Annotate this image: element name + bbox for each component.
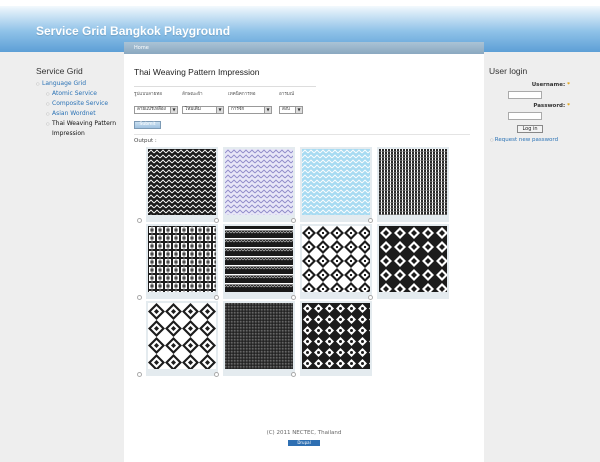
breadcrumb-bar: Home [124,42,484,54]
weaving-technique-select[interactable]: การจัก ▼ [228,106,272,114]
form-divider-bottom [134,134,470,135]
pattern-3-image [302,149,370,215]
required-mark: * [567,103,570,109]
pattern-11-image [302,303,370,369]
sidebar-item-thai-weaving[interactable]: Thai Weaving Pattern Impression [46,119,126,139]
pattern-4-radio[interactable] [368,218,373,223]
chevron-down-icon: ▼ [295,107,302,113]
submit-button[interactable]: Submit [134,121,161,129]
login-button[interactable]: Log in [517,125,543,133]
pattern-3-radio[interactable] [291,218,296,223]
sidebar-item-asian-wordnet[interactable]: Asian Wordnet [46,109,126,119]
pattern-tile-10[interactable] [223,301,295,376]
pattern-10-image [225,303,293,369]
pattern-tile-11[interactable] [300,301,372,376]
pattern-5-image [148,226,216,292]
pattern-tile-7[interactable] [300,224,372,299]
footer-copyright: (C) 2011 NECTEC, Thailand [266,430,342,436]
pattern-7-radio[interactable] [291,295,296,300]
fabric-type-label: ลักษณะผ้า [182,92,203,97]
pattern-9-image [148,303,216,369]
pattern-11-radio[interactable] [291,372,296,377]
password-input[interactable] [508,112,542,120]
pattern-6-radio[interactable] [214,295,219,300]
right-sidebar: User login Username: * Password: * Log i… [484,52,600,462]
username-label: Username: * [510,82,570,88]
request-password-link[interactable]: Request new password [490,137,558,143]
sidebar-menu: Language Grid Atomic Service Composite S… [36,79,126,139]
pattern-8-image [379,226,447,292]
drupal-badge[interactable]: Drupal [288,440,320,446]
password-label-text: Password: [533,103,566,109]
pattern-type-select[interactable]: ลายแปรเหลือง ▼ [134,106,178,114]
mood-label: อารมณ์ [279,92,295,97]
pattern-4-image [379,149,447,215]
mood-select[interactable]: สงบ ▼ [279,106,303,114]
login-title: User login [489,66,528,76]
sidebar-item-atomic-service[interactable]: Atomic Service [46,89,126,99]
left-sidebar: Service Grid Language Grid Atomic Servic… [0,52,120,462]
pattern-tile-1[interactable] [146,147,218,222]
output-label: Output : [134,138,157,144]
pattern-7-image [302,226,370,292]
pattern-tile-8[interactable] [377,224,449,299]
pattern-tile-6[interactable] [223,224,295,299]
pattern-tile-5[interactable] [146,224,218,299]
weaving-technique-label: เทคนิคการทอ [228,92,256,97]
pattern-tile-9[interactable] [146,301,218,376]
page-title: Thai Weaving Pattern Impression [134,67,260,77]
fabric-type-select[interactable]: ไหมเดิม ▼ [182,106,224,114]
pattern-9-radio[interactable] [137,372,142,377]
sidebar-item-language-grid[interactable]: Language Grid [36,79,126,89]
form-divider [134,86,316,87]
username-label-text: Username: [531,82,566,88]
chevron-down-icon: ▼ [170,107,177,113]
pattern-tile-4[interactable] [377,147,449,222]
pattern-8-radio[interactable] [368,295,373,300]
pattern-tile-3[interactable] [300,147,372,222]
sidebar-item-composite-service[interactable]: Composite Service [46,99,126,109]
required-mark: * [567,82,570,88]
breadcrumb-home[interactable]: Home [134,45,149,51]
pattern-2-image [225,149,293,215]
pattern-5-radio[interactable] [137,295,142,300]
pattern-type-label: รูปแบบลายทอ [134,92,163,97]
chevron-down-icon: ▼ [216,107,223,113]
username-input[interactable] [508,91,542,99]
pattern-tile-2[interactable] [223,147,295,222]
pattern-1-radio[interactable] [137,218,142,223]
chevron-down-icon: ▼ [264,107,271,113]
site-name[interactable]: Service Grid Bangkok Playground [36,24,230,38]
pattern-10-radio[interactable] [214,372,219,377]
sidebar-title: Service Grid [36,66,83,76]
fabric-type-value: ไหมเดิม [185,107,201,112]
pattern-2-radio[interactable] [214,218,219,223]
main-content: Home Thai Weaving Pattern Impression รูป… [124,42,484,462]
pattern-type-value: ลายแปรเหลือง [137,107,166,112]
pattern-6-image [225,226,293,292]
pattern-1-image [148,149,216,215]
mood-value: สงบ [282,107,290,112]
weaving-technique-value: การจัก [231,107,245,112]
password-label: Password: * [510,103,570,109]
